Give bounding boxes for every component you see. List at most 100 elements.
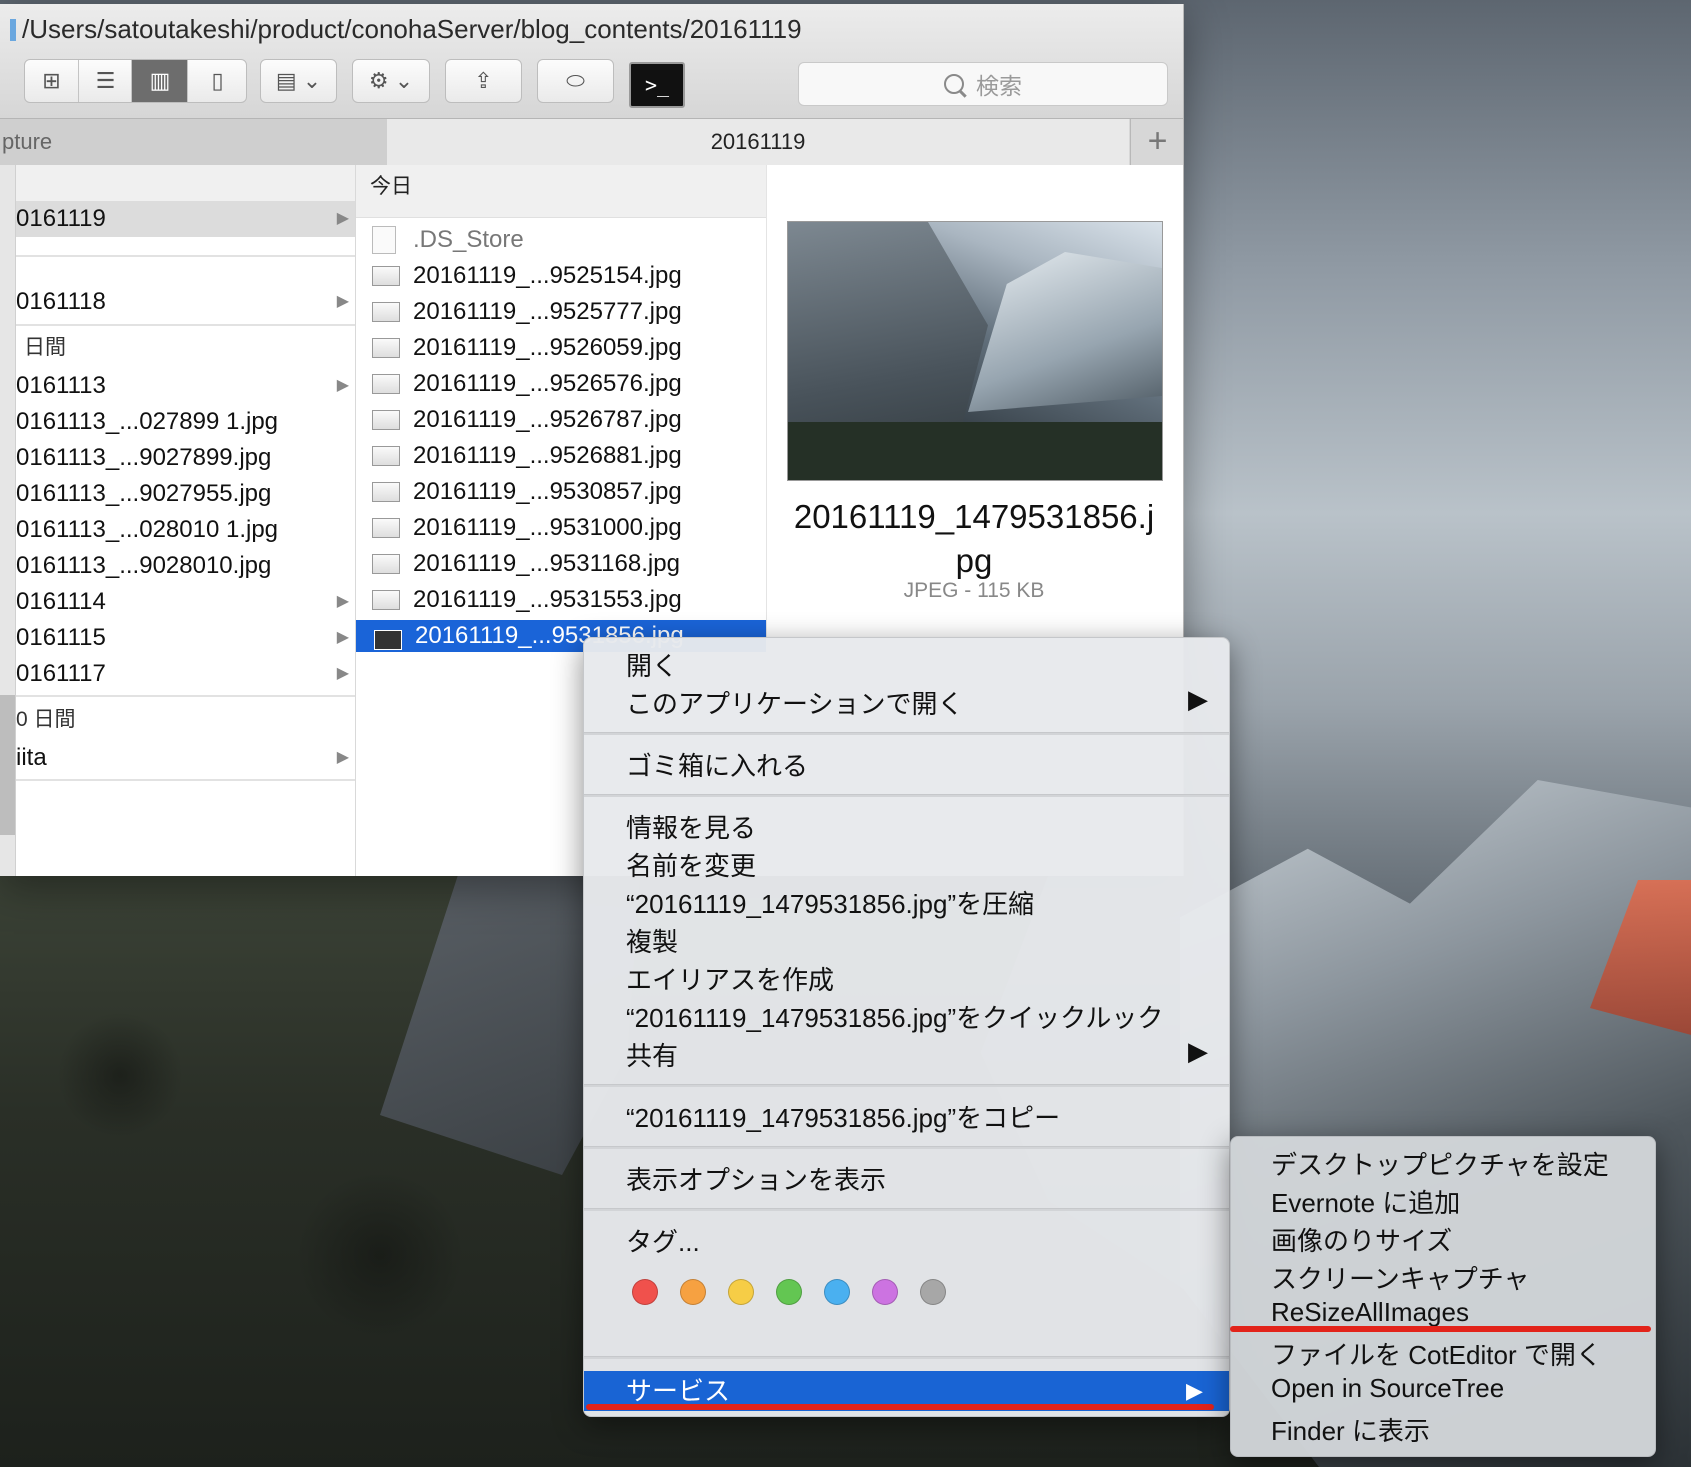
annotation-underline-resizeallimages xyxy=(1230,1326,1651,1332)
action-button[interactable]: ⚙ ⌄ xyxy=(352,59,430,103)
submenu-arrow-icon: ▶ xyxy=(1188,1036,1208,1066)
service-screen-capture[interactable]: スクリーンキャプチャ xyxy=(1271,1259,1529,1296)
file-name: 20161119_...9526576.jpg xyxy=(413,370,682,397)
terminal-button[interactable]: >_ xyxy=(629,62,685,108)
file-row[interactable]: 20161119_...9530857.jpg xyxy=(356,474,766,509)
image-file-icon xyxy=(372,338,400,358)
tab-current[interactable]: 20161119 xyxy=(387,119,1129,165)
file-row[interactable]: .DS_Store xyxy=(356,222,766,257)
menu-separator xyxy=(584,1084,1229,1087)
row-label: 0161114 xyxy=(16,588,106,615)
image-file-icon xyxy=(372,482,400,502)
image-file-icon xyxy=(372,554,400,574)
row-label: iita xyxy=(16,744,47,771)
service-show-in-finder[interactable]: Finder に表示 xyxy=(1271,1411,1430,1448)
folder-row[interactable]: 0161114 ▶ xyxy=(16,584,355,620)
services-submenu: デスクトップピクチャを設定 Evernote に追加 画像のりサイズ スクリーン… xyxy=(1230,1136,1656,1457)
arrange-icon: ▤ ⌄ xyxy=(275,68,322,93)
tab-bar: pture 20161119 + xyxy=(0,119,1183,166)
folder-row[interactable]: 0161113 ▶ xyxy=(16,368,355,404)
scrollbar-thumb[interactable] xyxy=(0,695,15,835)
tag-red-button[interactable] xyxy=(632,1279,658,1305)
menu-item-make-alias[interactable]: エイリアスを作成 xyxy=(626,960,834,997)
file-row[interactable]: 20161119_...9525777.jpg xyxy=(356,294,766,329)
menu-item-open[interactable]: 開く xyxy=(626,646,678,683)
menu-separator xyxy=(584,1208,1229,1211)
file-row[interactable]: 20161119_...9526787.jpg xyxy=(356,402,766,437)
tag-orange-button[interactable] xyxy=(680,1279,706,1305)
menu-separator xyxy=(584,1356,1229,1359)
menu-item-copy[interactable]: “20161119_1479531856.jpg”をコピー xyxy=(626,1098,1060,1135)
file-row[interactable]: 20161119_...9525154.jpg xyxy=(356,258,766,293)
group-header-month: 0 日間 xyxy=(16,708,76,731)
column-header-today: 今日 xyxy=(356,165,766,218)
folder-row[interactable]: iita ▶ xyxy=(16,740,355,776)
search-placeholder: 検索 xyxy=(976,73,1022,99)
file-row[interactable]: 20161119_...9526576.jpg xyxy=(356,366,766,401)
row-label: 0161113_...9028010.jpg xyxy=(16,552,272,579)
thumbnail-trees xyxy=(788,422,1162,480)
menu-item-open-with[interactable]: このアプリケーションで開く ▶ xyxy=(626,684,1226,721)
file-row[interactable]: 20161119_...9526059.jpg xyxy=(356,330,766,365)
file-row[interactable]: 20161119_...9531000.jpg xyxy=(356,510,766,545)
document-icon xyxy=(372,226,396,254)
folder-row[interactable]: 0161115 ▶ xyxy=(16,620,355,656)
menu-item-compress[interactable]: “20161119_1479531856.jpg”を圧縮 xyxy=(626,884,1034,921)
new-tab-button[interactable]: + xyxy=(1130,119,1183,165)
search-field[interactable]: 検索 xyxy=(798,62,1168,106)
menu-item-duplicate[interactable]: 複製 xyxy=(626,922,678,959)
disclosure-arrow-icon: ▶ xyxy=(336,293,349,310)
file-row[interactable]: 0161113_...9028010.jpg xyxy=(16,548,355,584)
image-file-icon xyxy=(374,630,402,650)
list-view-icon: ☰ xyxy=(95,68,116,93)
menu-item-rename[interactable]: 名前を変更 xyxy=(626,846,756,883)
image-file-icon xyxy=(372,518,400,538)
folder-row[interactable]: 0161117 ▶ xyxy=(16,656,355,692)
share-button[interactable]: ⇪ xyxy=(445,59,522,103)
parent-column: 0161119 ▶ 0161118 ▶ 日間 0161113 ▶ 0161113_..… xyxy=(16,165,356,876)
service-open-in-sourcetree[interactable]: Open in SourceTree xyxy=(1271,1373,1504,1404)
file-row[interactable]: 20161119_...9531553.jpg xyxy=(356,582,766,617)
file-row[interactable]: 0161113_...027899 1.jpg xyxy=(16,404,355,440)
menu-item-share[interactable]: 共有 ▶ xyxy=(626,1036,1226,1073)
search-icon xyxy=(944,74,964,94)
list-view-button[interactable]: ☰ xyxy=(78,60,132,102)
tag-green-button[interactable] xyxy=(776,1279,802,1305)
tag-button[interactable]: ⬭ xyxy=(537,59,614,103)
cover-flow-button[interactable]: ▯ xyxy=(187,60,247,102)
service-open-in-coteditor[interactable]: ファイルを CotEditor で開く xyxy=(1271,1335,1602,1372)
file-row[interactable]: 20161119_...9526881.jpg xyxy=(356,438,766,473)
arrange-button[interactable]: ▤ ⌄ xyxy=(260,59,337,103)
row-label: 0161119 xyxy=(16,205,106,232)
folder-row[interactable]: 0161118 ▶ xyxy=(16,284,355,320)
service-set-desktop-picture[interactable]: デスクトップピクチャを設定 xyxy=(1271,1145,1609,1182)
tag-purple-button[interactable] xyxy=(872,1279,898,1305)
service-resize-all-images[interactable]: ReSizeAllImages xyxy=(1271,1297,1469,1328)
tag-yellow-button[interactable] xyxy=(728,1279,754,1305)
disclosure-arrow-icon: ▶ xyxy=(336,665,349,682)
row-label: 0161113 xyxy=(16,372,106,399)
preview-thumbnail xyxy=(787,221,1163,481)
menu-item-quick-look[interactable]: “20161119_1479531856.jpg”をクイックルック xyxy=(626,998,1163,1035)
tag-gray-button[interactable] xyxy=(920,1279,946,1305)
file-row[interactable]: 0161113_...9027955.jpg xyxy=(16,476,355,512)
file-row[interactable]: 0161113_...028010 1.jpg xyxy=(16,512,355,548)
icon-view-button[interactable]: ⊞ xyxy=(25,60,78,102)
file-row[interactable]: 20161119_...9531168.jpg xyxy=(356,546,766,581)
tab-previous[interactable]: pture xyxy=(0,119,389,165)
service-add-to-evernote[interactable]: Evernote に追加 xyxy=(1271,1183,1460,1220)
menu-item-label: 共有 xyxy=(626,1041,679,1071)
menu-item-tags[interactable]: タグ... xyxy=(626,1222,700,1259)
row-label: 0161115 xyxy=(16,624,106,651)
image-file-icon xyxy=(372,590,400,610)
menu-item-trash[interactable]: ゴミ箱に入れる xyxy=(626,746,808,783)
menu-item-view-options[interactable]: 表示オプションを表示 xyxy=(626,1160,886,1197)
file-name: 20161119_...9530857.jpg xyxy=(413,478,682,505)
column-view-button[interactable]: ▥ xyxy=(131,60,188,102)
file-row[interactable]: 0161113_...9027899.jpg xyxy=(16,440,355,476)
tag-blue-button[interactable] xyxy=(824,1279,850,1305)
cover-flow-icon: ▯ xyxy=(211,68,224,93)
menu-item-get-info[interactable]: 情報を見る xyxy=(626,808,756,845)
folder-row[interactable]: 0161119 ▶ xyxy=(16,201,355,237)
service-image-resize[interactable]: 画像のりサイズ xyxy=(1271,1221,1452,1258)
